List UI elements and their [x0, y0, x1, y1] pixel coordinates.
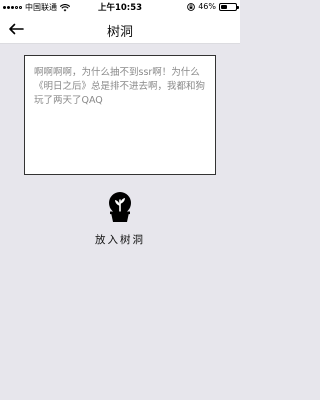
battery-icon [219, 2, 239, 11]
orientation-lock-icon [187, 2, 196, 11]
battery-level [221, 4, 228, 9]
battery-percent: 46% [198, 2, 216, 11]
status-right: 46% [187, 2, 239, 11]
potted-plant-icon [109, 192, 131, 222]
nav-bar: 树洞 [0, 14, 240, 44]
message-input[interactable]: 啊啊啊啊，为什么抽不到ssr啊！为什么《明日之后》总是排不进去啊，我都和狗玩了两… [24, 55, 216, 175]
plant-in-tree-hole-button[interactable]: 放入树洞 [80, 192, 160, 256]
page-title: 树洞 [106, 25, 133, 40]
screen: 中国联通 上午10:53 46% 树洞 啊啊啊啊，为什么抽不到ssr啊！为什么《… [0, 0, 240, 400]
plant-label: 放入树洞 [95, 234, 145, 246]
status-bar: 中国联通 上午10:53 46% [0, 0, 240, 14]
